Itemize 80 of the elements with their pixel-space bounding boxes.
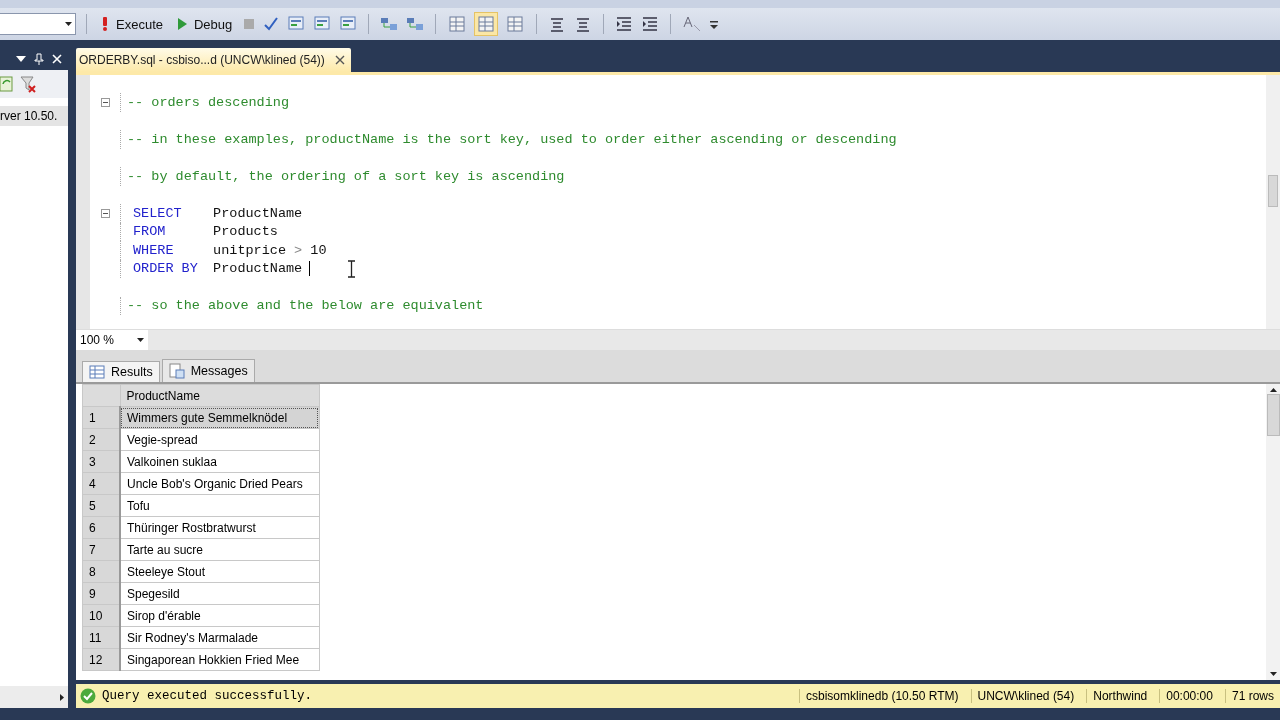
scrollbar-thumb[interactable] [1268,175,1278,207]
row-number[interactable]: 4 [82,472,120,495]
tree-item[interactable]: rver 10.50. [0,106,68,126]
success-check-icon [80,688,96,704]
table-cell[interactable]: Tofu [120,494,319,517]
row-number[interactable]: 5 [82,494,120,517]
checkmark-icon[interactable] [262,15,281,33]
row-number[interactable]: 9 [82,582,120,605]
status-message: Query executed successfully. [102,689,313,703]
table-cell[interactable]: Spegesild [120,582,319,605]
row-number[interactable]: 12 [82,648,120,671]
status-segment: csbisomklinedb (10.50 RTM) [799,689,965,703]
scroll-down-icon[interactable] [1269,672,1277,676]
table-cell[interactable]: Vegie-spread [120,428,319,451]
code-comment: -- by default, the ordering of a sort key is ascending [127,168,565,184]
table-cell[interactable]: Thüringer Rostbratwurst [120,516,319,539]
row-number[interactable]: 10 [82,604,120,627]
code-comment: -- orders descending [127,94,290,110]
results-tab[interactable]: Messages [161,359,255,382]
results-tab[interactable]: Results [82,361,160,382]
exclamation-icon [101,17,109,31]
sql-operator: > [294,242,303,258]
table-cell[interactable]: Steeleye Stout [120,560,319,583]
pin-icon[interactable] [34,53,44,65]
table-cell[interactable]: Wimmers gute Semmelknödel [120,406,319,429]
zoom-dropdown[interactable]: 100 % [76,330,148,350]
table-cell[interactable]: Uncle Bob's Organic Dried Pears [120,472,319,495]
horizontal-scrollbar[interactable] [148,330,1280,350]
results-view-icon[interactable] [474,12,499,36]
horizontal-scrollbar[interactable] [0,686,68,708]
scroll-up-icon[interactable] [1269,388,1277,392]
scrollbar-thumb[interactable] [1266,394,1280,436]
row-number[interactable]: 1 [82,406,120,429]
code-text: ProductName [213,205,303,221]
code-text: Products [213,224,278,240]
filter-delete-icon[interactable] [18,74,38,94]
row-number[interactable]: 8 [82,560,120,583]
grid-icon [89,365,105,379]
column-header[interactable]: ProductName [120,384,319,407]
dropdown-arrow-icon [137,338,144,342]
debug-button[interactable]: Debug [173,14,237,34]
vertical-scrollbar[interactable] [1266,384,1280,680]
code-comment: -- in these examples, productName is the sort key, used to order either ascending or descending [127,131,897,147]
status-segment: Northwind [1086,689,1154,703]
code-text: 10 [310,242,327,258]
sql-keyword: FROM [133,224,167,240]
table-cell[interactable]: Sir Rodney's Marmalade [120,626,319,649]
dropdown-icon[interactable] [16,56,26,62]
i-beam-cursor-icon [348,259,356,278]
table-cell[interactable]: Sirop d'érable [120,604,319,627]
status-segment: 71 rows [1224,689,1280,703]
row-number[interactable]: 7 [82,538,120,561]
scroll-right-icon[interactable] [60,693,64,701]
document-tab[interactable]: ORDERBY.sql - csbiso...d (UNCW\klined (54)) [76,48,351,72]
code-text: unitprice [213,242,286,258]
sql-keyword: SELECT [133,205,183,221]
close-icon[interactable] [334,55,345,65]
table-cell[interactable]: Tarte au sucre [120,538,319,561]
row-number[interactable]: 6 [82,516,120,539]
table-cell[interactable]: Singaporean Hokkien Fried Mee [120,648,319,671]
refresh-icon[interactable] [0,75,14,93]
execute-button[interactable]: Execute [97,14,167,34]
row-number[interactable]: 11 [82,626,120,649]
table-cell[interactable]: Valkoinen suklaa [120,450,319,473]
status-segment: UNCW\klined (54) [970,689,1081,703]
sql-keyword: ORDER BY [133,261,199,277]
code-comment: -- so the above and the below are equivalent [127,298,484,314]
sql-keyword: WHERE [133,242,175,258]
row-number[interactable]: 3 [82,450,120,473]
collapse-icon[interactable] [100,208,110,218]
vertical-scrollbar[interactable] [1266,75,1280,329]
database-dropdown[interactable] [0,13,76,35]
row-number[interactable]: 2 [82,428,120,451]
text-cursor [309,261,311,277]
dropdown-arrow-icon [65,22,72,26]
code-text: ProductName [213,261,303,277]
play-icon [177,18,187,30]
document-icon [168,363,185,379]
collapse-icon[interactable] [100,97,110,107]
status-segment: 00:00:00 [1159,689,1219,703]
